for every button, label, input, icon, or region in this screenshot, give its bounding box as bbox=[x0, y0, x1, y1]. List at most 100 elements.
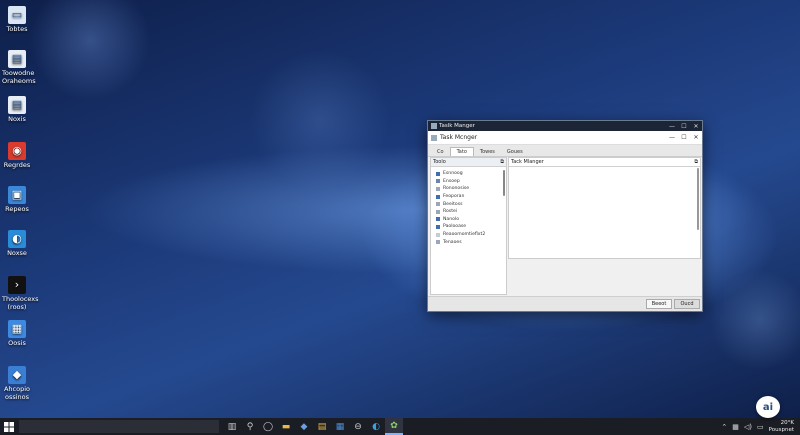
close-button[interactable]: ✕ bbox=[690, 134, 702, 141]
task-manager-window[interactable]: Taslk Manger — ☐ ✕ Task Mcnger — ☐ ✕ Co T… bbox=[427, 120, 703, 312]
files-icon: ▦ bbox=[8, 320, 26, 338]
maximize-button[interactable]: ☐ bbox=[678, 123, 690, 130]
inner-title-bar[interactable]: Task Mcnger — ☐ ✕ bbox=[428, 131, 702, 145]
volume-icon[interactable]: ◁) bbox=[744, 423, 752, 431]
system-tray: ⌃ ▦ ◁) ▭ 20°K Pouspnet bbox=[721, 418, 794, 435]
store-icon: ◆ bbox=[8, 366, 26, 384]
media-icon[interactable]: ⊖ bbox=[349, 418, 367, 435]
outer-title-bar[interactable]: Taslk Manger — ☐ ✕ bbox=[428, 121, 702, 131]
clock[interactable]: 20°K Pouspnet bbox=[769, 420, 794, 432]
desktop-icon-label: Oosis bbox=[8, 339, 26, 347]
item-icon bbox=[436, 171, 440, 176]
pane-options-icon[interactable]: ⧉ bbox=[500, 159, 504, 165]
tree-list: Esnnoog Ensoep Rononosise Feoporan Beeitoss R… bbox=[431, 167, 506, 246]
pane-options-icon[interactable]: ⧉ bbox=[694, 159, 698, 165]
settings-icon[interactable]: ✿ bbox=[385, 418, 403, 435]
tree-item-label: Ensoep bbox=[443, 178, 460, 184]
item-icon bbox=[436, 240, 440, 245]
desktop-icon[interactable]: › Thoolocexs (roos) bbox=[2, 276, 39, 312]
chat-icon[interactable]: ◯ bbox=[259, 418, 277, 435]
monitor-icon: ▣ bbox=[8, 186, 26, 204]
tree-item-label: Beeitoss bbox=[443, 201, 463, 207]
left-pane-header: Toolo ⧉ bbox=[431, 158, 506, 167]
folder-icon[interactable]: ▬ bbox=[277, 418, 295, 435]
edge-icon[interactable]: ◐ bbox=[367, 418, 385, 435]
desktop-icon[interactable]: ◐ Noxse bbox=[2, 230, 32, 258]
explorer-icon[interactable]: ▤ bbox=[313, 418, 331, 435]
tab-bar: Co Tato Towes Goues bbox=[428, 145, 702, 157]
outer-window-title: Taslk Manger bbox=[439, 123, 475, 129]
tree-item[interactable]: Ensoep bbox=[431, 178, 506, 186]
tree-item-label: Paolooase bbox=[443, 224, 467, 230]
secondary-button[interactable]: Oucd bbox=[674, 299, 700, 309]
task-view-icon[interactable]: ▥ bbox=[223, 418, 241, 435]
computer-icon: ▭ bbox=[8, 6, 26, 24]
left-pane-scrollbar[interactable] bbox=[503, 170, 505, 196]
inner-window-title: Task Mcnger bbox=[440, 134, 478, 141]
minimize-button[interactable]: — bbox=[666, 123, 678, 130]
battery-icon[interactable]: ▭ bbox=[757, 423, 764, 431]
store-icon[interactable]: ◆ bbox=[295, 418, 313, 435]
tab[interactable]: Towes bbox=[474, 148, 501, 156]
item-icon bbox=[436, 202, 440, 207]
clock-date: Pouspnet bbox=[768, 426, 794, 433]
tree-item[interactable]: Rostei bbox=[431, 208, 506, 216]
right-pane-header: Tack Mlanger ⧉ bbox=[509, 158, 700, 167]
desktop-icon-label: Repeos bbox=[5, 205, 29, 213]
search-icon[interactable]: ⚲ bbox=[241, 418, 259, 435]
tree-item-label: Reaoomomtieflxt2 bbox=[443, 232, 486, 238]
left-pane-title: Toolo bbox=[433, 159, 446, 165]
terminal-icon: › bbox=[8, 276, 26, 294]
right-pane-title: Tack Mlanger bbox=[511, 159, 544, 165]
right-pane-scrollbar[interactable] bbox=[697, 168, 699, 230]
desktop-icon-label: Toowodne Oraheoms bbox=[2, 69, 36, 85]
tree-item-label: Rostei bbox=[443, 209, 458, 215]
tree-item-label: Tenaoes bbox=[443, 239, 462, 245]
desktop-icon[interactable]: ▦ Oosis bbox=[2, 320, 32, 348]
desktop-icon[interactable]: ◉ Regrdes bbox=[2, 142, 32, 170]
tree-item-label: Rononosise bbox=[443, 186, 470, 192]
desktop-icon[interactable]: ▣ Repeos bbox=[2, 186, 32, 214]
tree-item[interactable]: Reaoomomtieflxt2 bbox=[431, 231, 506, 239]
maximize-button[interactable]: ☐ bbox=[678, 134, 690, 141]
item-icon bbox=[436, 179, 440, 184]
close-button[interactable]: ✕ bbox=[690, 123, 702, 130]
edge-icon: ◐ bbox=[8, 230, 26, 248]
taskbar-search-box[interactable] bbox=[19, 420, 219, 433]
item-icon bbox=[436, 186, 440, 191]
tree-item-label: Esnnoog bbox=[443, 171, 463, 177]
tree-item[interactable]: Feoporan bbox=[431, 193, 506, 201]
files-icon[interactable]: ▦ bbox=[331, 418, 349, 435]
tree-item[interactable]: Rononosise bbox=[431, 185, 506, 193]
chevron-up-icon[interactable]: ⌃ bbox=[721, 423, 727, 431]
primary-button[interactable]: Beeot bbox=[646, 299, 672, 309]
desktop-icon-label: Tobtes bbox=[6, 25, 28, 33]
minimize-button[interactable]: — bbox=[666, 134, 678, 141]
tab[interactable]: Co bbox=[431, 148, 450, 156]
desktop-icon[interactable]: ▭ Tobtes bbox=[2, 6, 32, 34]
start-button[interactable] bbox=[0, 418, 17, 435]
desktop-icon-label: Ahcopio ossinos bbox=[3, 385, 31, 401]
item-icon bbox=[436, 217, 440, 222]
network-icon[interactable]: ▦ bbox=[732, 423, 739, 431]
tab[interactable]: Tato bbox=[449, 147, 474, 156]
tab[interactable]: Goues bbox=[501, 148, 529, 156]
taskbar: ▥ ⚲ ◯ ▬ ◆ ▤ ▦ ⊖ ◐ ✿ ⌃ ▦ ◁) ▭ 20°K Pouspnet bbox=[0, 418, 800, 435]
tree-item[interactable]: Tenaoes bbox=[431, 238, 506, 246]
tree-item[interactable]: Nanolo bbox=[431, 216, 506, 224]
item-icon bbox=[436, 209, 440, 214]
right-pane: Tack Mlanger ⧉ bbox=[508, 157, 701, 259]
item-icon bbox=[436, 232, 440, 237]
desktop-icon-label: Noxis bbox=[8, 115, 26, 123]
desktop-icon[interactable]: ◆ Ahcopio ossinos bbox=[2, 366, 32, 402]
windows-logo-icon bbox=[3, 421, 14, 432]
desktop-icon[interactable]: ▤ Toowodne Oraheoms bbox=[2, 50, 36, 86]
desktop-icon[interactable]: ▤ Noxis bbox=[2, 96, 32, 124]
tree-item[interactable]: Beeitoss bbox=[431, 200, 506, 208]
item-icon bbox=[436, 194, 440, 199]
document-icon: ▤ bbox=[8, 50, 26, 68]
tree-item[interactable]: Paolooase bbox=[431, 223, 506, 231]
tree-item[interactable]: Esnnoog bbox=[431, 170, 506, 178]
desktop-icon-label: Noxse bbox=[7, 249, 27, 257]
ai-badge[interactable]: ai bbox=[756, 396, 780, 418]
